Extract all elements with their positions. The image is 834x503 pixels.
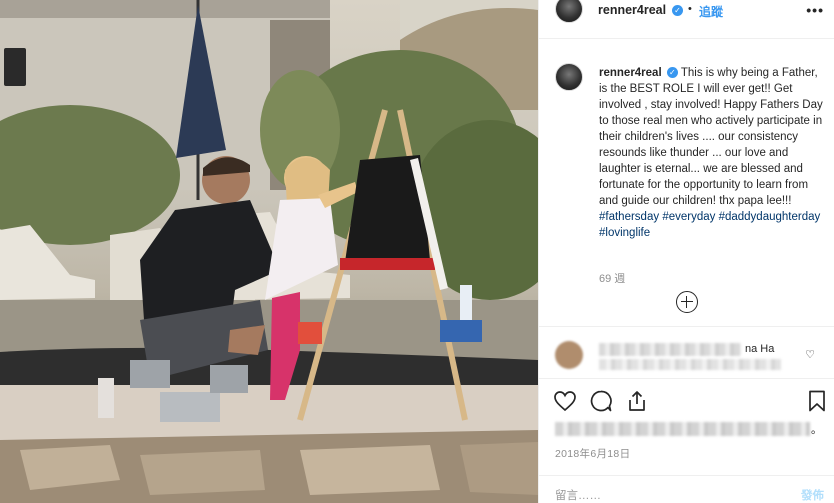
post-side-panel: renner4real ✓ • 追蹤 ••• renner4real ✓ Thi… <box>538 0 834 503</box>
hashtag-link[interactable]: #fathersday <box>599 211 659 223</box>
likes-blurred-text[interactable] <box>555 422 810 436</box>
verified-badge-icon: ✓ <box>672 5 683 16</box>
post-comment-button[interactable]: 發佈 <box>801 487 824 503</box>
comments-divider <box>539 326 834 327</box>
action-bar <box>553 389 829 415</box>
commenter-avatar[interactable] <box>555 341 583 369</box>
hashtag-link[interactable]: #lovinglife <box>599 227 650 239</box>
comment-item: na Ha ♡ <box>555 341 834 371</box>
comment-bubble-icon[interactable] <box>589 389 613 413</box>
hashtag-link[interactable]: #daddydaughterday <box>719 211 821 223</box>
hashtag-link[interactable]: #everyday <box>662 211 715 223</box>
post-header: renner4real ✓ • 追蹤 ••• <box>539 0 834 25</box>
comment-input[interactable]: 留言…… <box>555 487 601 503</box>
caption-text: renner4real ✓ This is why being a Father… <box>599 65 825 241</box>
author-username[interactable]: renner4real <box>598 3 666 17</box>
more-options-icon[interactable]: ••• <box>806 2 824 18</box>
comment-blurred-text-line2 <box>599 359 781 370</box>
small-heart-icon[interactable]: ♡ <box>805 348 815 361</box>
share-icon[interactable] <box>625 389 649 413</box>
caption-body: This is why being a Father, is the BEST … <box>599 67 823 207</box>
author-avatar[interactable] <box>555 0 583 23</box>
post-photo[interactable] <box>0 0 538 503</box>
caption-verified-badge-icon: ✓ <box>666 67 678 79</box>
actions-divider <box>539 378 834 379</box>
header-divider <box>539 38 834 39</box>
plus-circle-icon[interactable] <box>676 291 698 313</box>
caption-username[interactable]: renner4real <box>599 67 662 79</box>
separator-dot: • <box>688 3 692 15</box>
photo-scene <box>0 0 538 503</box>
comment-blurred-text <box>599 343 741 356</box>
comment-bar-divider <box>539 475 834 476</box>
post-date[interactable]: 2018年6月18日 <box>555 446 630 461</box>
follow-button[interactable]: 追蹤 <box>699 3 723 20</box>
heart-outline-icon[interactable] <box>553 389 577 413</box>
comment-text: na Ha <box>745 343 775 355</box>
likes-suffix: 。 <box>811 424 822 436</box>
caption-avatar[interactable] <box>555 63 583 91</box>
caption-time[interactable]: 69 週 <box>599 270 625 286</box>
bookmark-icon[interactable] <box>805 389 829 413</box>
